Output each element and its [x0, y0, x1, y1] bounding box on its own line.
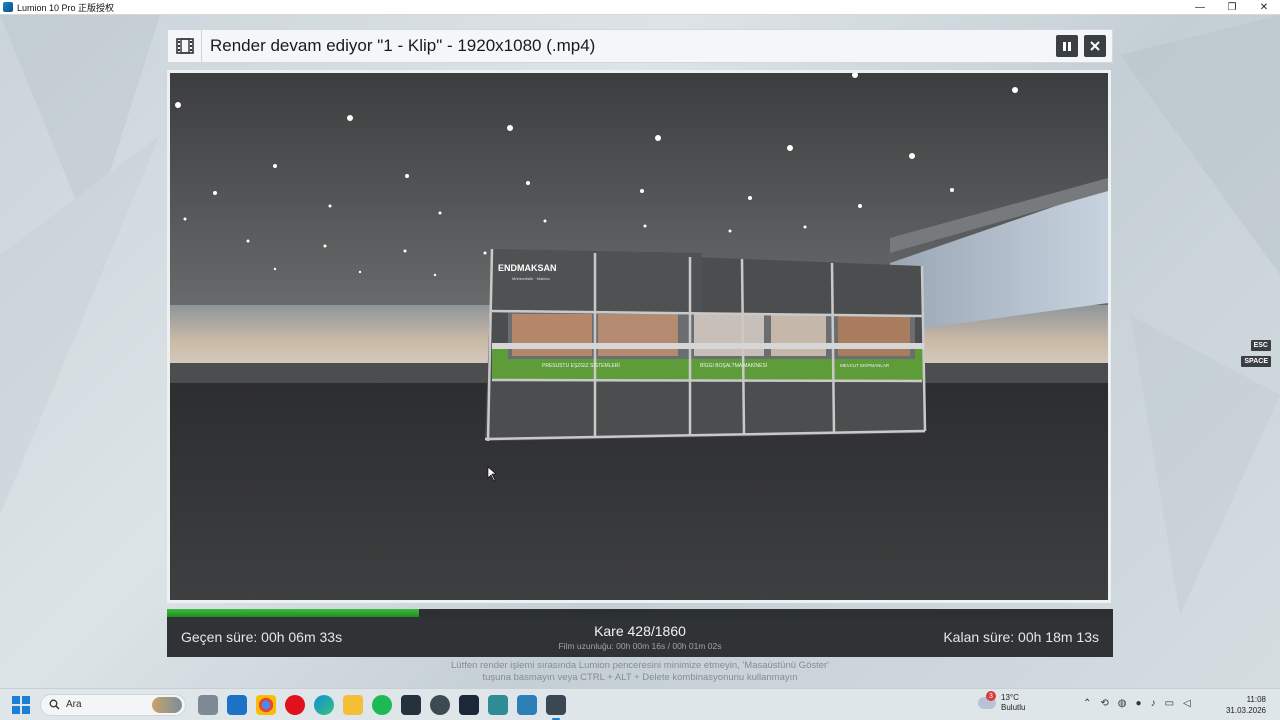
close-icon — [1090, 41, 1100, 51]
cloud-icon: 3 — [978, 691, 996, 709]
stand-panel-text-3: MEVCUT EKİPMANLAR — [840, 362, 890, 368]
search-icon — [49, 699, 60, 710]
remaining-time: Kalan süre: 00h 18m 13s — [943, 629, 1099, 645]
minimize-button[interactable]: — — [1184, 0, 1216, 15]
warning-line-1: Lütfen render işlemi sırasında Lumion pe… — [451, 660, 829, 671]
spotify-icon[interactable] — [372, 694, 392, 715]
clock[interactable]: 11:08 31.03.2026 — [1226, 694, 1266, 716]
edge-icon[interactable] — [314, 694, 334, 715]
weather-condition: Bulutlu — [1001, 703, 1026, 712]
stand-logo-text: ENDMAKSAN — [498, 263, 557, 273]
close-render-button[interactable] — [1084, 35, 1106, 57]
network-app-icon[interactable]: ⟲ — [1100, 698, 1108, 709]
lumion-logo-icon — [3, 2, 13, 12]
space-key-hint: SPACE — [1240, 355, 1272, 368]
system-tray: ⌃ ⟲ ◍ ● ♪ ▭ ◁ — [1083, 698, 1191, 709]
chrome-icon[interactable] — [256, 694, 276, 715]
stand-logo-subtitle: Mühendislik · Makina — [512, 276, 550, 281]
app-blueprint-icon[interactable] — [517, 694, 537, 715]
esc-key-hint: ESC — [1249, 339, 1272, 352]
render-status-bar: Geçen süre: 00h 06m 33s Kare 428/1860 Fi… — [167, 617, 1113, 657]
temperature: 13°C — [1001, 693, 1019, 702]
render-dialog: Render devam ediyor "1 - Klip" - 1920x10… — [167, 29, 1113, 657]
close-window-button[interactable]: ✕ — [1248, 0, 1280, 15]
film-icon — [168, 29, 202, 63]
clock-date: 31.03.2026 — [1225, 706, 1266, 715]
steam-icon[interactable] — [459, 694, 479, 715]
stand-panel-text-1: PRESUSTU EŞZGIZ SİSTEMLERİ — [542, 362, 620, 369]
volume-icon[interactable]: ◁ — [1183, 698, 1191, 709]
pause-icon — [1063, 42, 1071, 51]
microphone-icon[interactable]: ♪ — [1151, 698, 1156, 709]
render-title: Render devam ediyor "1 - Klip" - 1920x10… — [210, 36, 596, 55]
stand-panel-text-2: BİGGI BOŞALTMA MAKİNESİ — [700, 362, 767, 369]
weather-widget[interactable]: 3 13°C Bulutlu — [978, 691, 1026, 713]
render-warning: Lütfen render işlemi sırasında Lumion pe… — [300, 660, 980, 684]
display-icon[interactable]: ▭ — [1165, 698, 1174, 709]
windows-logo-icon — [12, 695, 20, 704]
render-header: Render devam ediyor "1 - Klip" - 1920x10… — [167, 29, 1113, 63]
app-titlebar: Lumion 10 Pro 正版授权 — ❐ ✕ — [0, 0, 1280, 15]
task-view-icon[interactable] — [198, 694, 218, 715]
exhibition-stand — [484, 248, 927, 442]
render-preview: ENDMAKSAN Mühendislik · Makina PRESUSTU … — [167, 70, 1111, 603]
scene-render: ENDMAKSAN Mühendislik · Makina PRESUSTU … — [170, 73, 1108, 600]
restore-button[interactable]: ❐ — [1216, 0, 1248, 15]
chevron-up-icon[interactable]: ⌃ — [1083, 698, 1091, 709]
app-3-icon[interactable] — [488, 694, 508, 715]
search-placeholder: Ara — [66, 699, 82, 710]
file-explorer-icon[interactable] — [343, 694, 363, 715]
steam-tray-icon[interactable]: ● — [1136, 698, 1142, 709]
search-highlight-icon — [152, 696, 182, 713]
render-progress-bar — [167, 609, 1113, 617]
app-pen-icon[interactable] — [401, 694, 421, 715]
lumion-taskbar-icon[interactable] — [546, 694, 566, 720]
outlook-icon[interactable] — [227, 694, 247, 715]
taskbar-search[interactable]: Ara — [40, 693, 186, 716]
dev-tool-icon[interactable] — [430, 694, 450, 715]
taskbar: Ara 3 13°C Bulutlu ⌃ ⟲ ◍ ● ♪ ▭ ◁ 11:08 3… — [0, 688, 1280, 720]
gpu-icon[interactable]: ◍ — [1118, 698, 1127, 709]
opera-icon[interactable] — [285, 694, 305, 715]
clock-time: 11:08 — [1246, 695, 1266, 704]
pause-button[interactable] — [1056, 35, 1078, 57]
render-progress-fill — [167, 609, 420, 617]
weather-badge: 3 — [986, 691, 996, 701]
start-button[interactable] — [12, 695, 30, 714]
window-controls: — ❐ ✕ — [1184, 0, 1280, 15]
warning-line-2: tuşuna basmayın veya CTRL + ALT + Delete… — [482, 672, 798, 683]
app-title: Lumion 10 Pro 正版授权 — [17, 2, 115, 13]
